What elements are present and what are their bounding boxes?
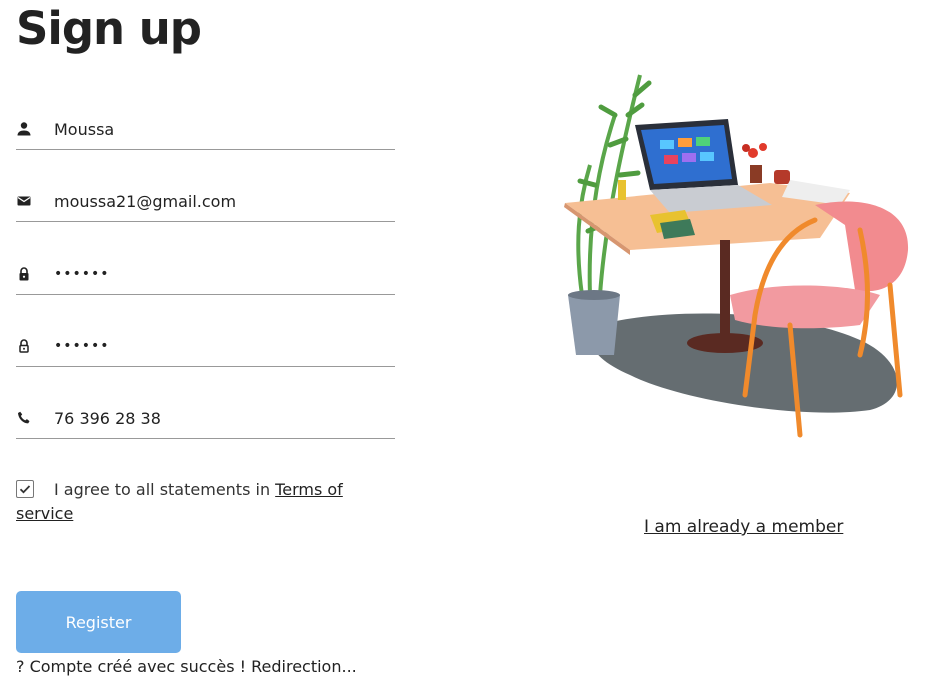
person-icon bbox=[16, 121, 32, 137]
name-input[interactable] bbox=[54, 114, 384, 144]
mail-icon bbox=[16, 193, 32, 209]
register-button[interactable]: Register bbox=[16, 591, 181, 653]
terms-text: I agree to all statements in bbox=[54, 480, 276, 499]
terms-agreement: I agree to all statements in Terms of se… bbox=[16, 478, 376, 526]
password-field bbox=[16, 254, 395, 295]
confirm-password-input[interactable] bbox=[54, 331, 384, 361]
confirm-password-field bbox=[16, 326, 395, 367]
lock-outline-icon bbox=[16, 338, 32, 354]
name-field bbox=[16, 109, 395, 150]
desk-illustration bbox=[564, 74, 909, 438]
password-input[interactable] bbox=[54, 259, 384, 289]
email-field bbox=[16, 181, 395, 222]
page-title: Sign up bbox=[16, 2, 202, 55]
already-member-link[interactable]: I am already a member bbox=[644, 517, 843, 537]
phone-field bbox=[16, 398, 395, 439]
phone-icon bbox=[16, 410, 32, 426]
status-message: ? Compte créé avec succès ! Redirection.… bbox=[16, 657, 357, 676]
email-input[interactable] bbox=[54, 186, 384, 216]
check-icon bbox=[19, 485, 31, 494]
terms-checkbox[interactable] bbox=[16, 480, 34, 498]
phone-input[interactable] bbox=[54, 403, 384, 433]
lock-icon bbox=[16, 266, 32, 282]
